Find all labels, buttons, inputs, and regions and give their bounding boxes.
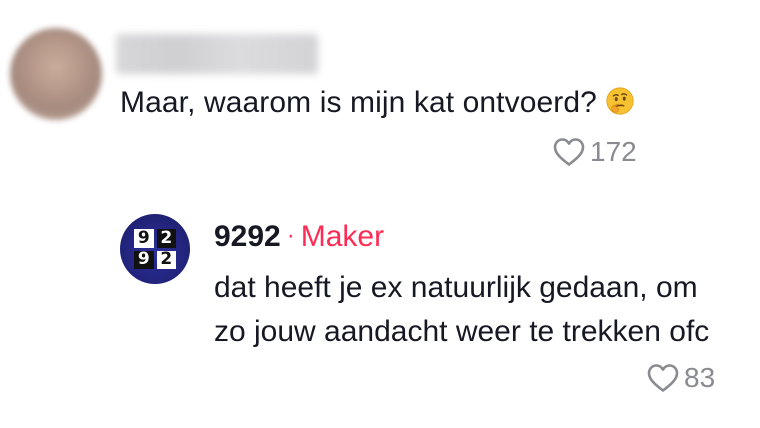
creator-badge: Maker <box>300 220 385 253</box>
comment-thread: Maar, waarom is mijn kat ontvoerd? 172 9… <box>0 0 760 428</box>
logo-digit: 2 <box>156 229 176 248</box>
heart-icon <box>553 138 585 166</box>
comment-text: Maar, waarom is mijn kat ontvoerd? <box>120 86 597 119</box>
avatar[interactable] <box>10 28 102 120</box>
reply-header: 9292 · Maker <box>214 218 384 255</box>
reply-body: dat heeft je ex natuurlijk gedaan, om zo… <box>214 266 754 354</box>
separator-dot: · <box>286 222 295 249</box>
brand-logo: 9 2 9 2 <box>134 229 176 269</box>
reply-text-line: zo jouw aandacht weer te trekken ofc <box>214 315 710 348</box>
logo-digit: 2 <box>156 250 176 269</box>
reply-avatar[interactable]: 9 2 9 2 <box>120 214 190 284</box>
reply-like-button[interactable]: 83 <box>646 362 715 394</box>
logo-digit: 9 <box>134 250 154 269</box>
comment-like-button[interactable]: 172 <box>552 136 637 168</box>
like-count: 172 <box>590 136 637 167</box>
logo-digit: 9 <box>134 229 154 248</box>
reply-text-line: dat heeft je ex natuurlijk gedaan, om <box>214 271 698 304</box>
reply-author[interactable]: 9292 <box>214 220 281 253</box>
heart-icon <box>647 364 679 392</box>
username-redacted[interactable] <box>116 34 318 74</box>
like-count: 83 <box>684 362 716 393</box>
comment-body: Maar, waarom is mijn kat ontvoerd? <box>120 86 635 120</box>
thinking-face-emoji <box>606 87 634 115</box>
